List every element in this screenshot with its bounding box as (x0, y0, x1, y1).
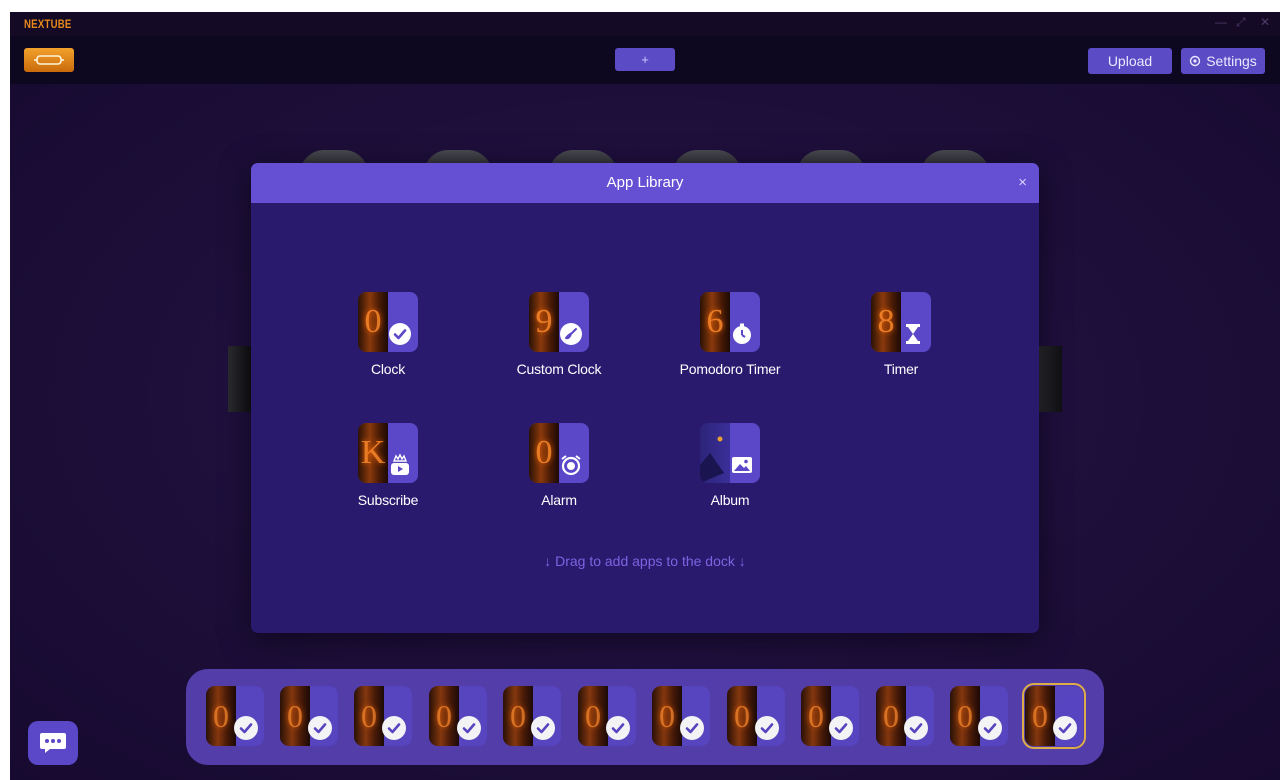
app-label: Pomodoro Timer (679, 361, 781, 377)
app-pomodoro-timer[interactable]: 6 Pomodoro Timer (665, 292, 795, 377)
modal-title: App Library (606, 174, 684, 191)
app-subscribe[interactable]: K Subscribe (323, 423, 453, 508)
app-label: Custom Clock (516, 361, 602, 377)
dock-item-clock[interactable]: 0 (801, 686, 859, 746)
app-timer[interactable]: 8 Timer (836, 292, 966, 377)
check-icon (680, 716, 704, 740)
device-logo-button[interactable] (24, 48, 74, 72)
custom-brush-icon (559, 322, 583, 346)
chat-button[interactable] (28, 721, 78, 765)
maximize-icon[interactable]: ⤢ (1236, 15, 1246, 30)
app-icon: K (358, 423, 418, 483)
app-icon: 0 (529, 423, 589, 483)
check-icon (308, 716, 332, 740)
app-label: Alarm (541, 492, 577, 508)
dock-item-clock[interactable]: 0 (950, 686, 1008, 746)
app-icon: 9 (529, 292, 589, 352)
youtube-crown-icon (388, 453, 412, 477)
hourglass-icon (901, 322, 925, 346)
check-icon (531, 716, 555, 740)
app-library-modal: App Library × 0 Clock 9 Custom Clock 6 P… (251, 163, 1039, 633)
tube-logo-icon (34, 55, 64, 65)
dock-item-clock[interactable]: 0 (280, 686, 338, 746)
check-icon (978, 716, 1002, 740)
app-label: Clock (370, 361, 405, 377)
toolbar: + Upload Settings (10, 36, 1280, 84)
chat-bubble-icon (40, 733, 66, 753)
image-icon (730, 453, 754, 477)
title-bar: NEXTUBE — ⤢ ✕ (10, 12, 1280, 36)
check-icon (904, 716, 928, 740)
alarm-clock-icon (559, 453, 583, 477)
close-window-icon[interactable]: ✕ (1260, 15, 1270, 29)
dock-item-clock[interactable]: 0 (652, 686, 710, 746)
album-art-icon (700, 436, 724, 483)
app-alarm[interactable]: 0 Alarm (494, 423, 624, 508)
dock-item-clock[interactable]: 0 (578, 686, 636, 746)
app-album[interactable]: Album (665, 423, 795, 508)
app-icon: 0 (358, 292, 418, 352)
gear-icon (1190, 55, 1201, 67)
check-icon (388, 322, 412, 346)
add-button[interactable]: + (615, 48, 675, 71)
check-icon (829, 716, 853, 740)
nixie-tube-right (1038, 346, 1062, 412)
dock-item-clock[interactable]: 0 (354, 686, 412, 746)
dock-item-clock[interactable]: 0 (876, 686, 934, 746)
nixie-tube-left (228, 346, 252, 412)
settings-button[interactable]: Settings (1181, 48, 1265, 74)
dock-item-clock[interactable]: 0 (429, 686, 487, 746)
check-icon (606, 716, 630, 740)
settings-label: Settings (1206, 53, 1257, 69)
modal-header: App Library × (251, 163, 1039, 203)
app-icon: 8 (871, 292, 931, 352)
dock-item-clock[interactable]: 0 (206, 686, 264, 746)
check-icon (1053, 716, 1077, 740)
check-icon (234, 716, 258, 740)
close-icon[interactable]: × (1018, 174, 1027, 191)
drag-hint: ↓ Drag to add apps to the dock ↓ (544, 553, 746, 569)
app-label: Subscribe (357, 492, 419, 508)
app-name: NEXTUBE (24, 17, 72, 31)
upload-button[interactable]: Upload (1088, 48, 1172, 74)
stopwatch-icon (730, 322, 754, 346)
app-label: Timer (883, 361, 919, 377)
app-icon (700, 423, 760, 483)
app-label: Album (710, 492, 750, 508)
minimize-icon[interactable]: — (1215, 15, 1227, 29)
check-icon (755, 716, 779, 740)
dock-item-clock-selected[interactable]: 0 (1022, 683, 1086, 749)
check-icon (382, 716, 406, 740)
dock-item-clock[interactable]: 0 (503, 686, 561, 746)
app-dock: 0 0 0 0 0 0 0 0 0 0 0 0 (186, 669, 1104, 765)
check-icon (457, 716, 481, 740)
app-window: NEXTUBE — ⤢ ✕ + Upload Settings App Libr… (10, 12, 1280, 780)
app-icon: 6 (700, 292, 760, 352)
app-clock[interactable]: 0 Clock (323, 292, 453, 377)
app-custom-clock[interactable]: 9 Custom Clock (494, 292, 624, 377)
dock-item-clock[interactable]: 0 (727, 686, 785, 746)
